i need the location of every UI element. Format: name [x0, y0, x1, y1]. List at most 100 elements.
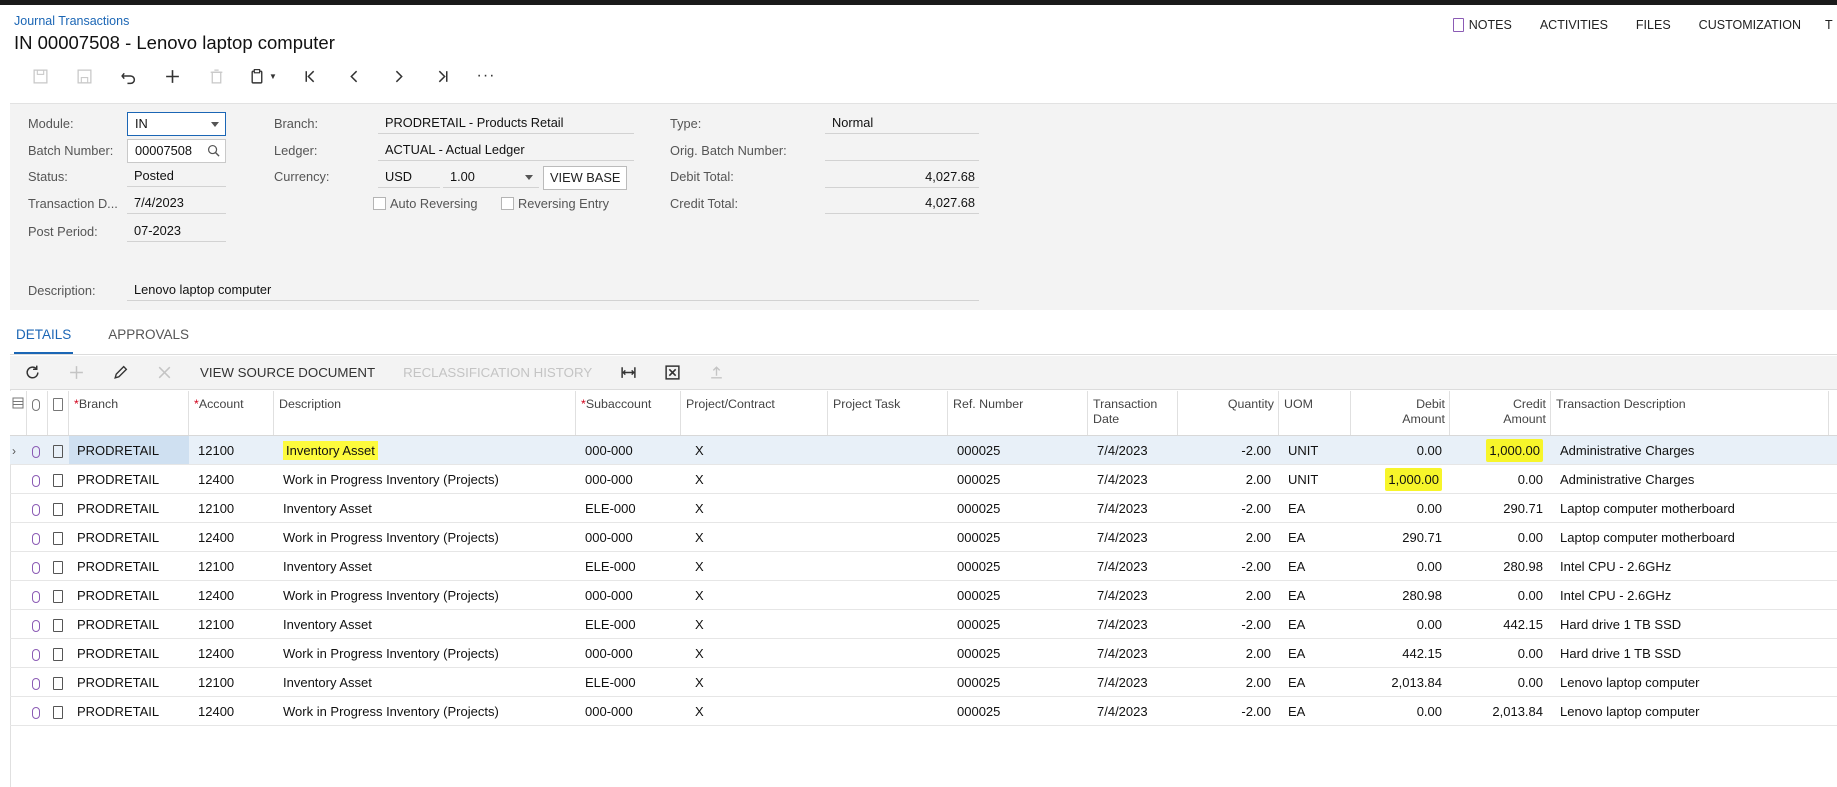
cell-account: 12100: [189, 494, 274, 522]
delete-row-icon[interactable]: [142, 356, 186, 390]
attachment-cell[interactable]: [27, 494, 48, 522]
table-row[interactable]: PRODRETAIL 12400 Work in Progress Inventor…: [10, 639, 1837, 668]
attachment-cell[interactable]: [27, 581, 48, 609]
copy-paste-icon[interactable]: ▼: [238, 63, 288, 89]
branch-field[interactable]: PRODRETAIL - Products Retail: [378, 112, 634, 134]
table-row[interactable]: PRODRETAIL 12100 Inventory Asset ELE-000 X 00…: [10, 610, 1837, 639]
note-cell[interactable]: [48, 523, 69, 551]
col-quantity[interactable]: Quantity: [1178, 391, 1279, 435]
add-icon[interactable]: [150, 63, 194, 89]
more-icon[interactable]: ···: [464, 63, 508, 89]
customization-link[interactable]: CUSTOMIZATION: [1699, 18, 1801, 32]
note-cell[interactable]: [48, 552, 69, 580]
rate-field[interactable]: 1.00: [443, 166, 539, 188]
notes-link[interactable]: NOTES: [1452, 18, 1512, 32]
tab-details[interactable]: DETAILS: [14, 327, 74, 354]
export-excel-icon[interactable]: [650, 356, 694, 390]
module-select[interactable]: IN: [127, 112, 226, 136]
description-field[interactable]: Lenovo laptop computer: [127, 279, 979, 301]
breadcrumb[interactable]: Journal Transactions: [14, 14, 129, 28]
delete-icon[interactable]: [194, 63, 238, 89]
row-selector-cell[interactable]: [10, 494, 27, 522]
table-row[interactable]: PRODRETAIL 12400 Work in Progress Inventor…: [10, 465, 1837, 494]
transaction-date-field[interactable]: 7/4/2023: [127, 192, 226, 214]
reversing-entry-checkbox[interactable]: Reversing Entry: [501, 196, 609, 211]
tools-link[interactable]: T: [1825, 18, 1837, 32]
col-description[interactable]: Description: [274, 391, 576, 435]
attachment-cell[interactable]: [27, 668, 48, 696]
table-row[interactable]: PRODRETAIL 12100 Inventory Asset ELE-000 X 00…: [10, 552, 1837, 581]
note-cell[interactable]: [48, 494, 69, 522]
col-debit-amount[interactable]: Debit Amount: [1351, 391, 1450, 435]
tab-approvals[interactable]: APPROVALS: [108, 327, 189, 354]
cell-description-text: Work in Progress Inventory (Projects): [283, 704, 499, 719]
row-selector-cell[interactable]: [10, 668, 27, 696]
note-cell[interactable]: [48, 465, 69, 493]
attachment-cell[interactable]: [27, 639, 48, 667]
col-project-contract[interactable]: Project/Contract: [681, 391, 828, 435]
row-selector-cell[interactable]: [10, 552, 27, 580]
batch-number-field[interactable]: 00007508: [127, 139, 226, 163]
attachment-cell[interactable]: [27, 523, 48, 551]
fit-columns-icon[interactable]: [606, 356, 650, 390]
col-ref-number[interactable]: Ref. Number: [948, 391, 1088, 435]
row-selector-cell[interactable]: [10, 581, 27, 609]
upload-icon[interactable]: [694, 356, 738, 390]
cell-qty: 2.00: [1178, 465, 1279, 493]
col-credit-amount[interactable]: Credit Amount: [1450, 391, 1551, 435]
files-link[interactable]: FILES: [1636, 18, 1671, 32]
row-selector-header-icon[interactable]: [10, 391, 27, 435]
reclassification-history-button[interactable]: RECLASSIFICATION HISTORY: [389, 356, 606, 390]
save-icon[interactable]: [62, 63, 106, 89]
next-record-icon[interactable]: [376, 63, 420, 89]
note-cell[interactable]: [48, 581, 69, 609]
view-source-document-button[interactable]: VIEW SOURCE DOCUMENT: [186, 356, 389, 390]
search-icon[interactable]: [207, 144, 220, 157]
undo-icon[interactable]: [106, 63, 150, 89]
attachment-cell[interactable]: [27, 436, 48, 464]
col-subaccount[interactable]: *Subaccount: [576, 391, 681, 435]
save-close-icon[interactable]: [18, 63, 62, 89]
col-project-task[interactable]: Project Task: [828, 391, 948, 435]
note-cell[interactable]: [48, 610, 69, 638]
table-row[interactable]: PRODRETAIL 12400 Work in Progress Inventor…: [10, 523, 1837, 552]
refresh-icon[interactable]: [10, 356, 54, 390]
previous-record-icon[interactable]: [332, 63, 376, 89]
row-selector-cell[interactable]: [10, 639, 27, 667]
col-branch[interactable]: *Branch: [69, 391, 189, 435]
row-selector-cell[interactable]: ›: [10, 436, 27, 464]
cell-branch-text: PRODRETAIL: [77, 443, 160, 458]
activities-link[interactable]: ACTIVITIES: [1540, 18, 1608, 32]
edit-icon[interactable]: [98, 356, 142, 390]
col-uom[interactable]: UOM: [1279, 391, 1351, 435]
attachment-cell[interactable]: [27, 552, 48, 580]
note-cell[interactable]: [48, 436, 69, 464]
row-selector-cell[interactable]: [10, 523, 27, 551]
table-row[interactable]: PRODRETAIL 12400 Work in Progress Inventor…: [10, 697, 1837, 726]
note-cell[interactable]: [48, 697, 69, 725]
col-account[interactable]: *Account: [189, 391, 274, 435]
add-row-icon[interactable]: [54, 356, 98, 390]
last-record-icon[interactable]: [420, 63, 464, 89]
attachment-cell[interactable]: [27, 465, 48, 493]
ledger-field[interactable]: ACTUAL - Actual Ledger: [378, 139, 634, 161]
table-row[interactable]: PRODRETAIL 12400 Work in Progress Inventor…: [10, 581, 1837, 610]
row-selector-cell[interactable]: [10, 697, 27, 725]
auto-reversing-checkbox[interactable]: Auto Reversing: [373, 196, 478, 211]
row-selector-cell[interactable]: [10, 465, 27, 493]
note-cell[interactable]: [48, 639, 69, 667]
first-record-icon[interactable]: [288, 63, 332, 89]
attachment-cell[interactable]: [27, 697, 48, 725]
attachment-cell[interactable]: [27, 610, 48, 638]
col-transaction-date[interactable]: Transaction Date: [1088, 391, 1178, 435]
currency-field[interactable]: USD: [378, 166, 440, 188]
row-selector-cell[interactable]: [10, 610, 27, 638]
view-base-button[interactable]: VIEW BASE: [543, 166, 628, 190]
note-cell[interactable]: [48, 668, 69, 696]
table-row[interactable]: PRODRETAIL 12100 Inventory Asset ELE-000 X 00…: [10, 494, 1837, 523]
table-row[interactable]: › PRODRETAIL 12100 Inventory Asset 000-000 X 0…: [10, 436, 1837, 465]
col-transaction-description[interactable]: Transaction Description: [1551, 391, 1829, 435]
table-row[interactable]: PRODRETAIL 12100 Inventory Asset ELE-000 X 00…: [10, 668, 1837, 697]
cell-date: 7/4/2023: [1088, 465, 1178, 493]
post-period-field[interactable]: 07-2023: [127, 220, 226, 242]
